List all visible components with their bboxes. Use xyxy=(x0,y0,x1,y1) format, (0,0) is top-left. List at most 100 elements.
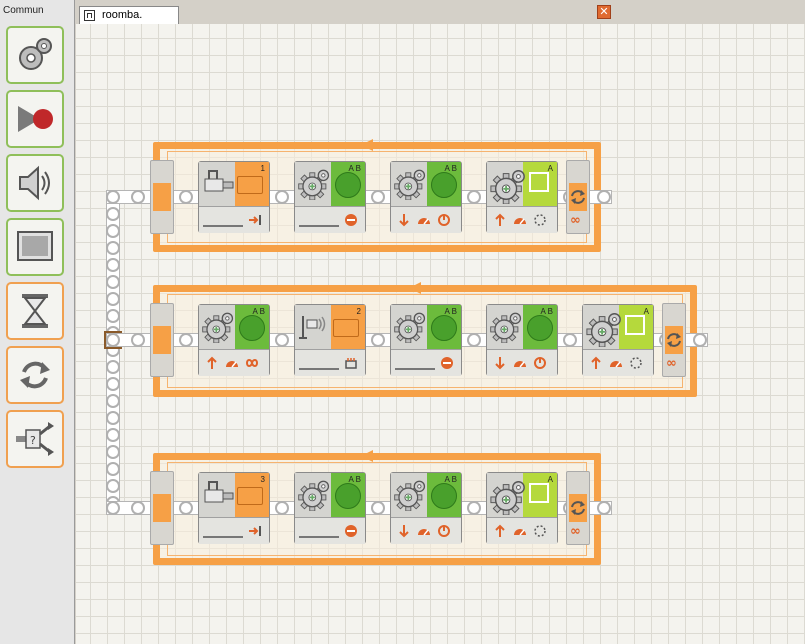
block-face: 2 xyxy=(295,305,365,349)
palette-wait-block[interactable] xyxy=(6,282,64,340)
beam-hole xyxy=(371,333,385,347)
brake-icon xyxy=(345,525,357,537)
beam-hole xyxy=(106,360,120,374)
motor-block[interactable]: A xyxy=(486,161,558,233)
gears-icon xyxy=(394,312,426,343)
palette-sound-block[interactable] xyxy=(6,154,64,212)
block-face: A B xyxy=(391,305,461,349)
beam-hole xyxy=(179,501,193,515)
block-face: A B xyxy=(295,162,365,206)
block-face: A B xyxy=(295,473,365,517)
document-tab[interactable]: roomba. xyxy=(79,6,179,24)
beam-hole xyxy=(106,445,120,459)
beam-hole xyxy=(106,275,120,289)
move-block[interactable]: A B xyxy=(390,304,462,376)
block-config-strip xyxy=(199,517,269,544)
power-icon xyxy=(226,361,238,368)
close-document-button[interactable]: ✕ xyxy=(597,5,611,19)
beam-hole xyxy=(106,479,120,493)
direction-indicator xyxy=(335,172,361,198)
condition-flag xyxy=(237,487,263,505)
block-config-strip xyxy=(295,206,365,233)
distance-icon xyxy=(345,358,357,369)
move-block[interactable]: A B xyxy=(390,161,462,233)
block-port-label: A xyxy=(547,475,553,484)
loop-icon xyxy=(571,501,585,515)
config-bar xyxy=(299,536,339,538)
palette-move-block[interactable] xyxy=(6,26,64,84)
gears-icon xyxy=(490,170,525,204)
motor-block[interactable]: A xyxy=(582,304,654,376)
move-block[interactable]: A B xyxy=(294,161,366,233)
beam-hole xyxy=(467,190,481,204)
block-config-strip xyxy=(199,349,269,376)
forward-direction-icon xyxy=(207,356,217,369)
wait-touch-block[interactable]: 3 xyxy=(198,472,270,544)
block-face: A B xyxy=(199,305,269,349)
block-config-strip xyxy=(391,349,461,376)
block-config-strip xyxy=(487,349,557,376)
wait-ultrasonic-block[interactable]: 2 xyxy=(294,304,366,376)
loop-cap-stripe xyxy=(153,183,171,211)
gears-icon xyxy=(298,480,330,511)
rotation-indicator xyxy=(625,315,645,335)
beam-hole xyxy=(597,190,611,204)
block-palette: Commun ? xyxy=(0,0,75,644)
block-port-label: A B xyxy=(252,307,265,316)
power-icon xyxy=(418,218,430,225)
gears-icon xyxy=(394,480,426,511)
config-bar xyxy=(203,225,243,227)
block-config-strip xyxy=(295,517,365,544)
gears-icon xyxy=(19,38,52,70)
loop-return-arrow xyxy=(361,139,373,151)
brake-icon xyxy=(345,214,357,226)
loop-start-cap[interactable] xyxy=(150,303,174,377)
palette-switch-block[interactable]: ? xyxy=(6,410,64,468)
touch-sensor-icon xyxy=(204,170,234,192)
palette-record-play-block[interactable] xyxy=(6,90,64,148)
direction-indicator xyxy=(431,172,457,198)
loop-end-cap[interactable]: ∞ xyxy=(566,471,590,545)
move-block[interactable]: A B xyxy=(294,472,366,544)
palette-loop-block[interactable] xyxy=(6,346,64,404)
block-face: 3 xyxy=(199,473,269,517)
reverse-direction-icon xyxy=(495,357,505,370)
beam-hole xyxy=(467,501,481,515)
move-block[interactable]: A B xyxy=(390,472,462,544)
direction-indicator xyxy=(431,483,457,509)
rotation-indicator xyxy=(529,483,549,503)
loop-mode-label: ∞ xyxy=(570,524,581,539)
beam-hole xyxy=(106,309,120,323)
degrees-icon xyxy=(438,214,450,226)
block-face: A xyxy=(583,305,653,349)
loop-start-cap[interactable] xyxy=(150,160,174,234)
beam-hole xyxy=(597,501,611,515)
gears-icon xyxy=(586,313,621,347)
block-port-label: A B xyxy=(444,475,457,484)
program-canvas[interactable]: ∞ 1 A B A B A ∞ A B 2 A B A B A ∞ 3 A B A B A xyxy=(76,24,805,644)
forward-direction-icon xyxy=(591,356,601,369)
loop-cap-stripe xyxy=(153,326,171,354)
loop-end-cap[interactable]: ∞ xyxy=(662,303,686,377)
beam-hole xyxy=(106,333,120,347)
beam-hole xyxy=(179,333,193,347)
motor-block[interactable]: A xyxy=(486,472,558,544)
palette-display-block[interactable] xyxy=(6,218,64,276)
record-icon xyxy=(18,106,53,132)
power-icon xyxy=(514,529,526,536)
power-icon xyxy=(418,529,430,536)
loop-mode-label: ∞ xyxy=(666,356,677,371)
beam-hole xyxy=(371,190,385,204)
move-block[interactable]: A B xyxy=(198,304,270,376)
block-config-strip xyxy=(391,206,461,233)
wait-touch-block[interactable]: 1 xyxy=(198,161,270,233)
power-icon xyxy=(514,361,526,368)
block-port-label: A B xyxy=(348,475,361,484)
beam-hole xyxy=(693,333,707,347)
unlimited-icon xyxy=(245,359,259,367)
svg-text:?: ? xyxy=(30,434,36,447)
loop-start-cap[interactable] xyxy=(150,471,174,545)
loop-end-cap[interactable]: ∞ xyxy=(566,160,590,234)
beam-hole xyxy=(106,190,120,204)
move-block[interactable]: A B xyxy=(486,304,558,376)
